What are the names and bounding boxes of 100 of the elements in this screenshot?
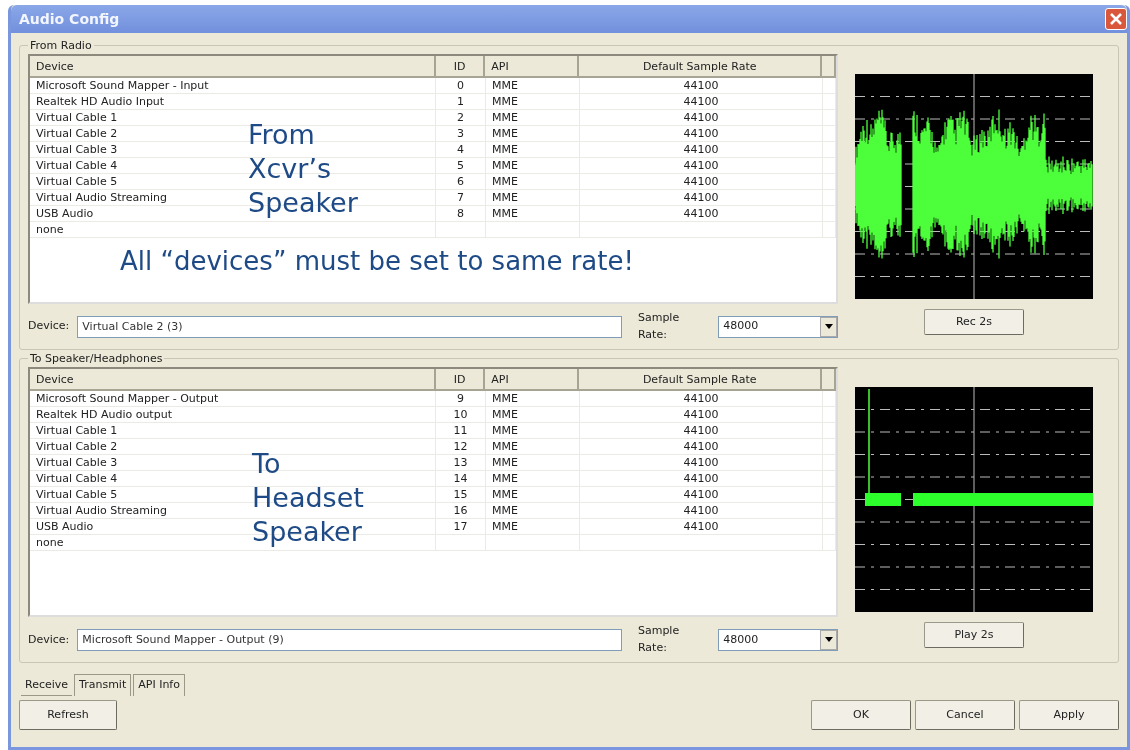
column-header[interactable]: Device	[30, 56, 436, 77]
table-cell: MME	[491, 79, 518, 93]
table-cell: 44100	[683, 143, 719, 157]
table-cell: Virtual Cable 2	[36, 440, 118, 454]
table-cell: 16	[453, 504, 468, 518]
table-cell: Virtual Cable 1	[36, 111, 118, 125]
table-cell: Virtual Audio Streaming	[36, 504, 167, 518]
table-cell: MME	[491, 95, 518, 109]
caret-icon	[824, 637, 833, 643]
table-cell: MME	[491, 392, 518, 406]
table-cell: 44100	[683, 191, 719, 205]
tab[interactable]: Transmit	[74, 674, 132, 696]
table-cell: MME	[491, 143, 518, 157]
table-cell: MME	[491, 440, 518, 454]
annotation-text: From Xcvr’s Speaker	[248, 118, 358, 221]
table-cell: 44100	[683, 207, 719, 221]
table-cell: Virtual Cable 5	[36, 175, 118, 189]
table-cell: 44100	[683, 424, 719, 438]
table-cell: MME	[491, 127, 518, 141]
table-cell: 12	[453, 440, 468, 454]
column-header[interactable]: Default Sample Rate	[579, 369, 822, 390]
table-cell: MME	[491, 504, 518, 518]
sample-rate-dropdown[interactable]: 48000	[718, 315, 838, 338]
table-cell: 4	[457, 143, 465, 157]
table-cell: MME	[491, 111, 518, 125]
table-cell: 44100	[683, 95, 719, 109]
table-cell: 10	[453, 408, 468, 422]
annotation-text: To Headset Speaker	[252, 447, 364, 550]
table-cell: 44100	[683, 159, 719, 173]
field-label: Sample Rate:	[637, 310, 681, 343]
table-cell: MME	[491, 520, 518, 534]
close-button[interactable]	[1105, 8, 1127, 30]
table-cell: 8	[457, 207, 465, 221]
table-cell: MME	[491, 488, 518, 502]
caret-icon	[824, 324, 833, 330]
column-header[interactable]: API	[485, 56, 580, 77]
table-cell: Virtual Cable 1	[36, 424, 118, 438]
table-cell: MME	[491, 159, 518, 173]
table-cell: 7	[457, 191, 465, 205]
table-cell: Microsoft Sound Mapper - Input	[36, 79, 209, 93]
table-cell: Virtual Cable 5	[36, 488, 118, 502]
field-label: Sample Rate:	[637, 623, 681, 656]
table-cell: 3	[457, 127, 465, 141]
table-cell: 44100	[683, 127, 719, 141]
table-cell: 44100	[683, 440, 719, 454]
table-cell: 44100	[683, 79, 719, 93]
table-cell: 1	[457, 95, 465, 109]
table-cell: 5	[457, 159, 465, 173]
table-cell: Virtual Cable 3	[36, 456, 118, 470]
table-cell: Virtual Cable 4	[36, 472, 118, 486]
table-cell: 14	[453, 472, 468, 486]
table-cell: 44100	[683, 488, 719, 502]
table-cell: 17	[453, 520, 468, 534]
table-cell: MME	[491, 456, 518, 470]
tab[interactable]: API Info	[133, 674, 185, 696]
table-cell: 6	[457, 175, 465, 189]
column-header[interactable]: Device	[30, 369, 436, 390]
table-cell: 2	[457, 111, 465, 125]
refresh-button[interactable]: Refresh	[19, 699, 117, 730]
table-cell: 44100	[683, 392, 719, 406]
column-header[interactable]: ID	[435, 369, 486, 390]
group-title: From Radio	[29, 39, 93, 53]
table-cell: 44100	[683, 504, 719, 518]
table-cell: 44100	[683, 472, 719, 486]
table-cell: Virtual Cable 2	[36, 127, 118, 141]
table-cell: MME	[491, 207, 518, 221]
table-cell: MME	[491, 472, 518, 486]
table-cell: 44100	[683, 408, 719, 422]
device-field[interactable]: Microsoft Sound Mapper - Output (9)	[77, 628, 622, 651]
table-cell: none	[36, 536, 64, 550]
table-cell: Realtek HD Audio output	[36, 408, 172, 422]
dialog-button[interactable]: OK	[811, 699, 911, 730]
table-cell: MME	[491, 424, 518, 438]
sample-rate-dropdown[interactable]: 48000	[718, 628, 838, 651]
table-cell: Virtual Cable 4	[36, 159, 118, 173]
column-header[interactable]: API	[485, 369, 580, 390]
window-title: Audio Config	[19, 9, 120, 29]
table-cell: MME	[491, 191, 518, 205]
table-cell: 44100	[683, 175, 719, 189]
group-title: To Speaker/Headphones	[29, 352, 164, 366]
record-button[interactable]: Play 2s	[924, 622, 1024, 649]
table-cell: 44100	[683, 456, 719, 470]
field-label: Device:	[28, 631, 70, 648]
table-cell: 13	[453, 456, 468, 470]
column-header[interactable]: Default Sample Rate	[579, 56, 822, 77]
table-cell: 44100	[683, 520, 719, 534]
field-label: Device:	[28, 318, 70, 335]
device-field[interactable]: Virtual Cable 2 (3)	[77, 315, 622, 338]
table-cell: USB Audio	[36, 520, 94, 534]
table-cell: none	[36, 223, 64, 237]
table-cell: Virtual Cable 3	[36, 143, 118, 157]
dialog-button[interactable]: Apply	[1019, 699, 1119, 730]
table-cell: Virtual Audio Streaming	[36, 191, 167, 205]
table-cell: 11	[453, 424, 468, 438]
record-button[interactable]: Rec 2s	[924, 309, 1024, 336]
dialog-button[interactable]: Cancel	[915, 699, 1015, 730]
table-cell: Microsoft Sound Mapper - Output	[36, 392, 219, 406]
table-cell: MME	[491, 175, 518, 189]
annotation-text: All “devices” must be set to same rate!	[119, 245, 635, 279]
column-header[interactable]: ID	[435, 56, 486, 77]
